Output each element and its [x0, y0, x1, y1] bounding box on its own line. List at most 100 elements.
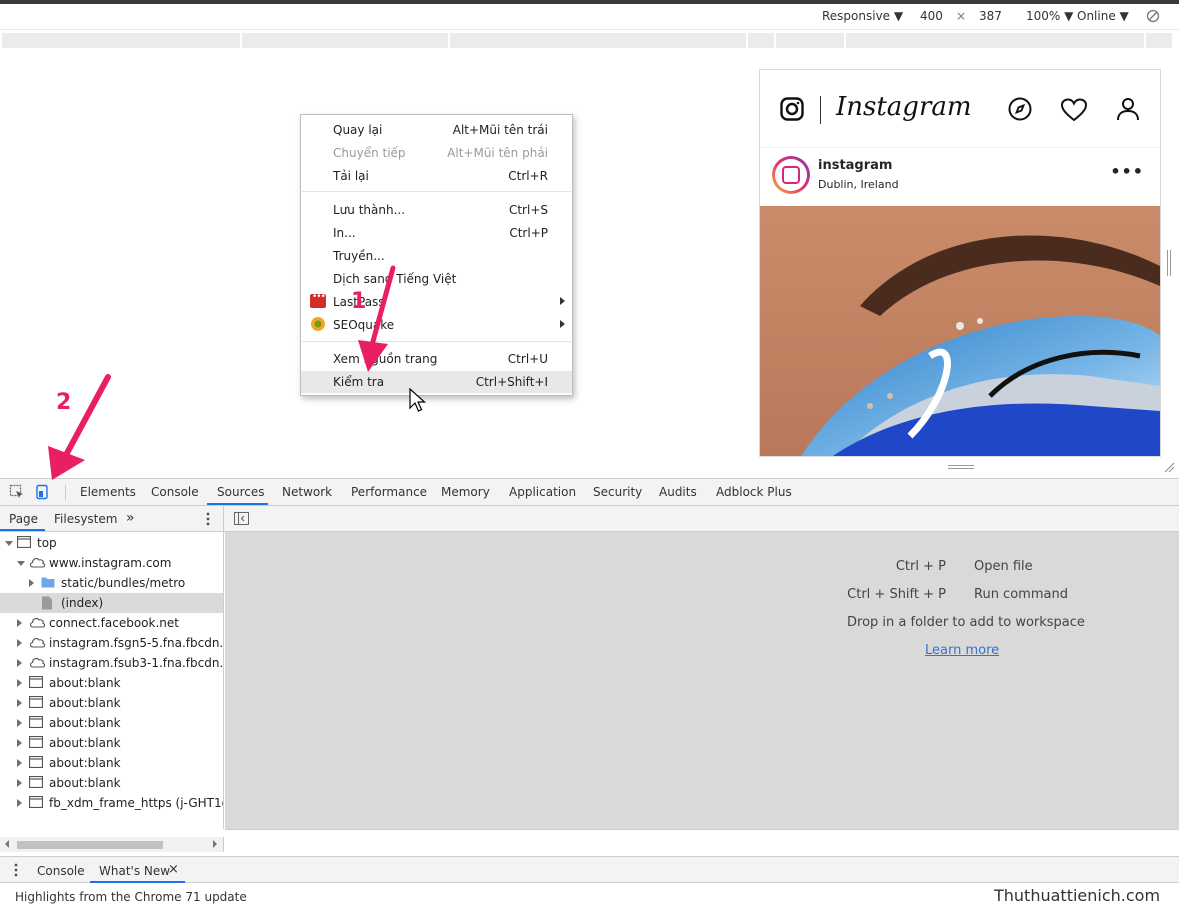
- menu-item-save-as[interactable]: Lưu thành... Ctrl+S: [301, 199, 572, 221]
- scroll-right-icon[interactable]: [213, 840, 217, 848]
- collapsed-arrow-icon[interactable]: [17, 619, 22, 627]
- collapsed-arrow-icon[interactable]: [29, 579, 34, 587]
- tree-item-label: about:blank: [49, 776, 121, 790]
- collapsed-arrow-icon[interactable]: [17, 679, 22, 687]
- menu-item-reload[interactable]: Tải lại Ctrl+R: [301, 165, 572, 187]
- heart-icon[interactable]: [1061, 98, 1087, 122]
- drawer-tab-whats-new[interactable]: What's New: [99, 864, 170, 878]
- menu-item-back[interactable]: Quay lại Alt+Mũi tên trái: [301, 119, 572, 141]
- collapsed-arrow-icon[interactable]: [17, 699, 22, 707]
- lastpass-icon: [310, 292, 326, 308]
- menu-label: Truyền...: [333, 249, 385, 263]
- tree-item-label: about:blank: [49, 696, 121, 710]
- navigator-tabbar: Page Filesystem »: [0, 506, 224, 532]
- scroll-left-icon[interactable]: [5, 840, 9, 848]
- tree-item-label: static/bundles/metro: [61, 576, 186, 590]
- collapsed-arrow-icon[interactable]: [17, 659, 22, 667]
- navigator-scrollbar[interactable]: [0, 837, 224, 852]
- tree-item[interactable]: about:blank: [0, 693, 223, 713]
- post-username[interactable]: instagram: [818, 158, 892, 173]
- menu-item-forward[interactable]: Chuyển tiếp Alt+Mũi tên phải: [301, 142, 572, 164]
- resize-corner-icon[interactable]: [1163, 461, 1175, 473]
- tree-item[interactable]: top: [0, 533, 223, 553]
- menu-shortcut: Alt+Mũi tên trái: [452, 123, 548, 137]
- media-query-bar[interactable]: [0, 31, 1179, 48]
- subtab-page[interactable]: Page: [9, 512, 38, 526]
- inspect-element-icon[interactable]: [9, 484, 25, 500]
- device-toolbar-toggle-icon[interactable]: [34, 484, 50, 500]
- close-tab-icon[interactable]: ×: [168, 862, 179, 877]
- collapsed-arrow-icon[interactable]: [17, 719, 22, 727]
- menu-shortcut: Ctrl+P: [509, 226, 548, 240]
- menu-item-print[interactable]: In... Ctrl+P: [301, 222, 572, 244]
- tree-item[interactable]: instagram.fsub3-1.fna.fbcdn.net: [0, 653, 224, 673]
- tab-adblock-plus[interactable]: Adblock Plus: [716, 485, 792, 499]
- frame-icon: [28, 675, 45, 690]
- instagram-wordmark[interactable]: Instagram: [836, 92, 972, 122]
- devtools-tabstrip: Elements Console Sources Network Perform…: [0, 479, 1179, 506]
- more-tabs-icon[interactable]: »: [126, 510, 135, 526]
- scrollbar-thumb[interactable]: [17, 841, 163, 849]
- instagram-camera-icon[interactable]: [780, 97, 804, 121]
- menu-item-view-source[interactable]: Xem nguồn trang Ctrl+U: [301, 348, 572, 370]
- menu-item-seoquake[interactable]: SEOquake: [301, 314, 572, 336]
- expanded-arrow-icon[interactable]: [5, 541, 13, 546]
- tab-memory[interactable]: Memory: [441, 485, 490, 499]
- kebab-menu-icon[interactable]: [204, 512, 212, 526]
- tree-item[interactable]: www.instagram.com: [0, 553, 223, 573]
- tab-elements[interactable]: Elements: [80, 485, 136, 499]
- tree-item[interactable]: static/bundles/metro: [0, 573, 223, 593]
- tab-network[interactable]: Network: [282, 485, 332, 499]
- watermark: Thuthuattienich.com: [994, 886, 1161, 905]
- tab-audits[interactable]: Audits: [659, 485, 697, 499]
- collapsed-arrow-icon[interactable]: [17, 779, 22, 787]
- tree-item[interactable]: about:blank: [0, 753, 223, 773]
- tree-item[interactable]: about:blank: [0, 673, 223, 693]
- menu-item-translate[interactable]: Dịch sang Tiếng Việt: [301, 268, 572, 290]
- menu-shortcut: Ctrl+U: [507, 352, 548, 366]
- collapsed-arrow-icon[interactable]: [17, 799, 22, 807]
- learn-more-link[interactable]: Learn more: [925, 643, 999, 658]
- shortcut-action: Run command: [974, 587, 1068, 602]
- menu-item-inspect[interactable]: Kiểm tra Ctrl+Shift+I: [301, 371, 572, 393]
- dimension-separator: ×: [956, 9, 967, 23]
- tree-item[interactable]: (index): [0, 593, 223, 613]
- callout-number-2: 2: [56, 390, 72, 415]
- profile-icon[interactable]: [1116, 97, 1140, 121]
- tree-item[interactable]: fb_xdm_frame_https (j-GHT1gpo6: [0, 793, 223, 813]
- tree-item[interactable]: about:blank: [0, 713, 223, 733]
- menu-item-lastpass[interactable]: LastPass: [301, 291, 572, 313]
- collapsed-arrow-icon[interactable]: [17, 739, 22, 747]
- tab-performance[interactable]: Performance: [351, 485, 427, 499]
- throttle-dropdown[interactable]: Online ▼: [1077, 9, 1129, 23]
- drawer-tab-console[interactable]: Console: [37, 864, 85, 878]
- zoom-dropdown[interactable]: 100% ▼: [1026, 9, 1073, 23]
- more-options-icon[interactable]: •••: [1110, 162, 1144, 181]
- tree-item[interactable]: instagram.fsgn5-5.fna.fbcdn.net: [0, 633, 223, 653]
- resize-handle-bottom[interactable]: [948, 465, 974, 469]
- resize-handle-right[interactable]: [1167, 250, 1171, 276]
- collapsed-arrow-icon[interactable]: [17, 759, 22, 767]
- menu-label: Lưu thành...: [333, 203, 406, 217]
- menu-item-cast[interactable]: Truyền...: [301, 245, 572, 267]
- toggle-navigator-icon[interactable]: [234, 512, 249, 525]
- drawer-menu-icon[interactable]: [12, 863, 20, 877]
- rotate-icon[interactable]: [1146, 9, 1160, 23]
- device-height-input[interactable]: 387: [979, 9, 1002, 23]
- tree-item-label: instagram.fsub3-1.fna.fbcdn.net: [49, 656, 224, 670]
- post-location[interactable]: Dublin, Ireland: [818, 178, 899, 191]
- avatar[interactable]: [772, 156, 810, 194]
- tab-console[interactable]: Console: [151, 485, 199, 499]
- expanded-arrow-icon[interactable]: [17, 561, 25, 566]
- explore-compass-icon[interactable]: [1008, 97, 1032, 121]
- device-mode-dropdown[interactable]: Responsive ▼: [822, 9, 903, 23]
- tab-sources[interactable]: Sources: [217, 485, 264, 499]
- tree-item[interactable]: connect.facebook.net: [0, 613, 223, 633]
- subtab-filesystem[interactable]: Filesystem: [54, 512, 117, 526]
- tree-item[interactable]: about:blank: [0, 733, 223, 753]
- tab-security[interactable]: Security: [593, 485, 642, 499]
- tab-application[interactable]: Application: [509, 485, 576, 499]
- collapsed-arrow-icon[interactable]: [17, 639, 22, 647]
- tree-item[interactable]: about:blank: [0, 773, 223, 793]
- device-width-input[interactable]: 400: [920, 9, 943, 23]
